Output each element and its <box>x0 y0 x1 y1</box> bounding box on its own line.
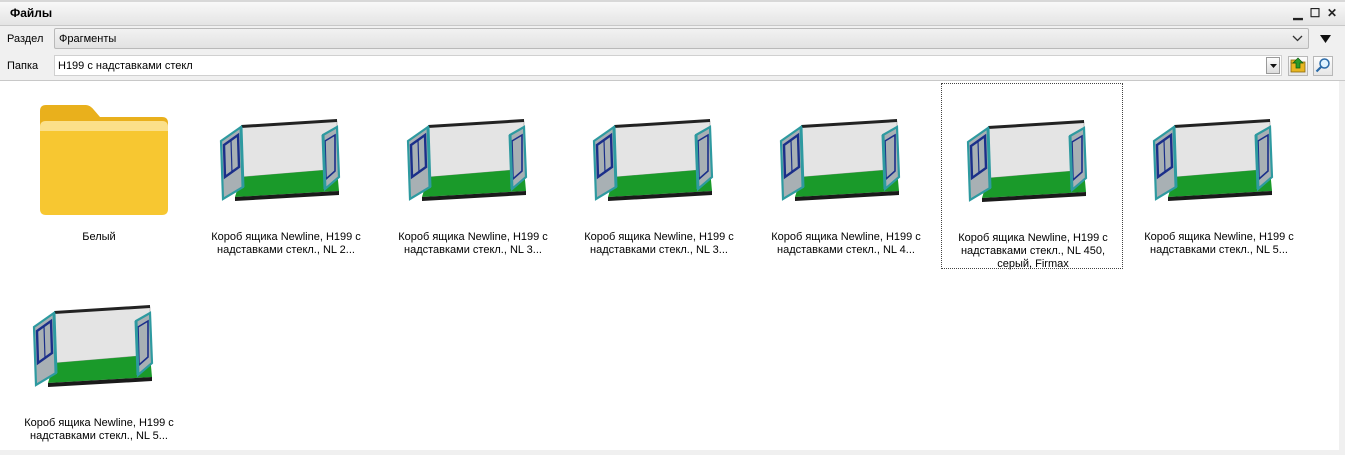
item-caption: Короб ящика Newline, H199 с надставками … <box>211 231 361 256</box>
fragment-item[interactable]: Короб ящика Newline, H199 с надставками … <box>568 83 750 269</box>
drawer-box-thumbnail <box>219 119 341 201</box>
drawer-box-thumbnail <box>406 119 528 201</box>
search-button[interactable] <box>1313 56 1333 76</box>
vertical-scrollbar[interactable] <box>1339 81 1345 451</box>
item-caption: Короб ящика Newline, H199 с надставками … <box>584 231 734 256</box>
section-label: Раздел <box>7 33 44 45</box>
fragment-item[interactable]: Короб ящика Newline, H199 с надставками … <box>195 83 377 269</box>
item-caption: Короб ящика Newline, H199 с надставками … <box>398 231 548 256</box>
folder-label: Папка <box>7 60 39 72</box>
section-select-value: Фрагменты <box>59 33 117 45</box>
folder-up-icon <box>1290 57 1306 76</box>
panel-menu-dropdown-icon[interactable] <box>1316 30 1334 48</box>
drawer-box-thumbnail <box>592 119 714 201</box>
fragment-item[interactable]: Короб ящика Newline, H199 с надставками … <box>1128 83 1310 269</box>
item-caption: Белый <box>82 231 116 243</box>
folder-dropdown-button[interactable] <box>1266 57 1280 74</box>
item-caption: Короб ящика Newline, H199 с надставками … <box>771 231 921 256</box>
close-button[interactable]: ✕ <box>1325 6 1339 20</box>
fragment-item[interactable]: Короб ящика Newline, H199 с надставками … <box>382 83 564 269</box>
maximize-button[interactable]: ☐ <box>1308 6 1322 20</box>
folder-item[interactable]: Белый <box>8 83 190 269</box>
item-caption: Короб ящика Newline, H199 с надставками … <box>1144 231 1294 256</box>
folder-up-button[interactable] <box>1288 56 1308 76</box>
fragment-item[interactable]: Короб ящика Newline, H199 с надставками … <box>755 83 937 269</box>
folder-path-input[interactable]: Н199 с надставками стекл <box>54 55 1282 76</box>
folder-icon <box>40 105 168 215</box>
fragment-item-selected[interactable]: Короб ящика Newline, H199 с надставками … <box>941 83 1123 270</box>
minimize-button[interactable]: ▁ <box>1291 6 1305 20</box>
folder-path-value: Н199 с надставками стекл <box>58 60 193 72</box>
file-grid: Белый Короб ящика Newline, H199 с надста… <box>0 80 1345 451</box>
section-select[interactable]: Фрагменты <box>54 28 1309 49</box>
panel-titlebar: Файлы ▁ ☐ ✕ <box>0 0 1345 26</box>
chevron-down-icon[interactable] <box>1290 31 1304 45</box>
drawer-box-thumbnail <box>779 119 901 201</box>
top-border <box>0 0 1345 2</box>
fragment-item[interactable]: Короб ящика Newline, H199 с надставками … <box>8 269 190 455</box>
section-row: Раздел Фрагменты <box>0 26 1345 52</box>
drawer-box-thumbnail <box>1152 119 1274 201</box>
item-caption: Короб ящика Newline, H199 с надставками … <box>958 232 1108 270</box>
panel-title: Файлы <box>10 6 53 20</box>
folder-row: Папка Н199 с надставками стекл <box>0 53 1345 79</box>
drawer-box-thumbnail <box>966 120 1088 202</box>
drawer-box-thumbnail <box>32 305 154 387</box>
search-icon <box>1315 57 1331 76</box>
item-caption: Короб ящика Newline, H199 с надставками … <box>24 417 174 442</box>
